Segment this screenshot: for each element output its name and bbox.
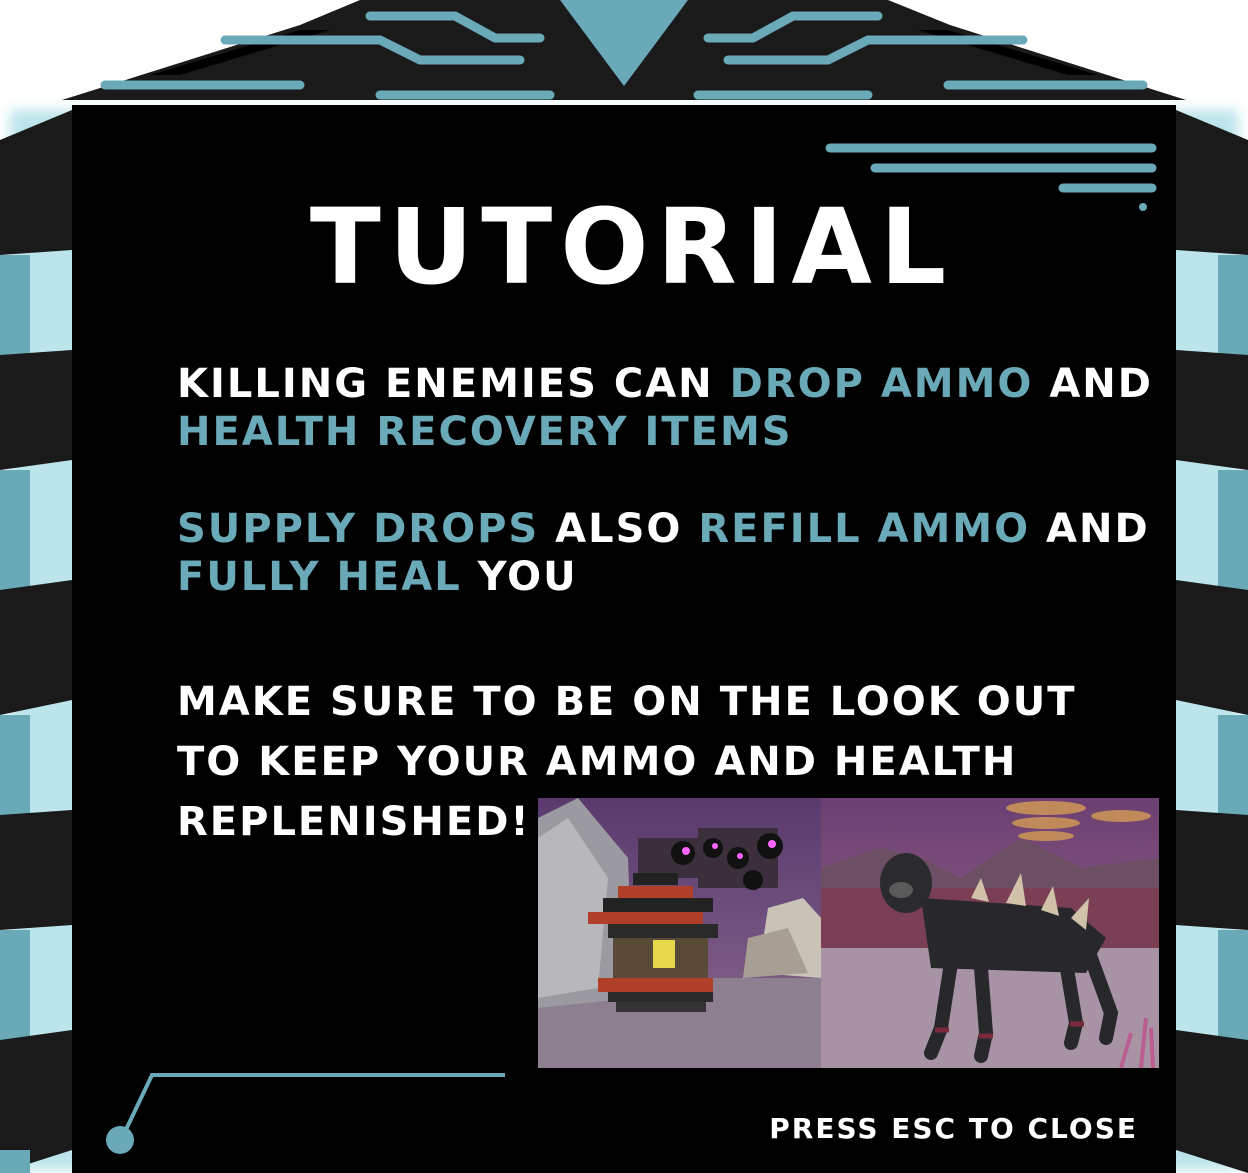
p1-text-2: AND	[1033, 361, 1153, 407]
tutorial-screenshots	[538, 798, 1159, 1068]
top-frame-cap	[62, 0, 1186, 100]
paragraph-drops: KILLING ENEMIES CAN DROP AMMO AND HEALTH…	[177, 360, 1157, 456]
p1-highlight-health-items: HEALTH RECOVERY ITEMS	[177, 409, 793, 455]
p2-text-2: AND	[1030, 506, 1150, 552]
p2-text-1: ALSO	[539, 506, 699, 552]
p2-highlight-refill-ammo: REFILL AMMO	[698, 506, 1031, 552]
supply-drop-screenshot	[538, 798, 821, 1068]
tutorial-title: TUTORIAL	[309, 186, 955, 308]
spiked-creature-screenshot	[821, 798, 1159, 1068]
p1-text-1: KILLING ENEMIES CAN	[177, 361, 730, 407]
p2-highlight-supply-drops: SUPPLY DROPS	[177, 506, 540, 552]
p2-highlight-fully-heal: FULLY HEAL	[177, 554, 462, 600]
p1-highlight-drop-ammo: DROP AMMO	[729, 361, 1034, 407]
paragraph-supply-drops: SUPPLY DROPS ALSO REFILL AMMO AND FULLY …	[177, 505, 1157, 601]
press-esc-to-close[interactable]: PRESS ESC TO CLOSE	[769, 1112, 1138, 1145]
p2-text-3: YOU	[461, 554, 578, 600]
